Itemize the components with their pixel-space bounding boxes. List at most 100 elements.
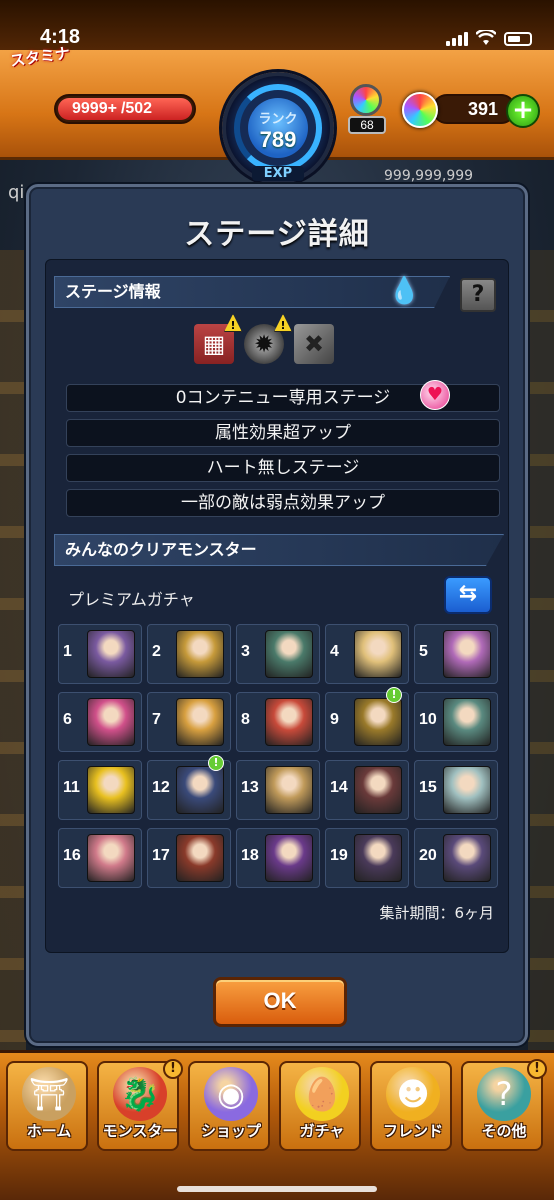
gacha-filter-label: プレミアムガチャ	[68, 590, 195, 609]
nav-label: ショップ	[200, 1122, 261, 1140]
alert-badge-icon: !	[208, 755, 224, 771]
monster-portrait	[176, 630, 224, 678]
clear-monsters-header: みんなのクリアモンスター	[54, 534, 504, 566]
monster-slot[interactable]: 3	[236, 624, 320, 684]
player-name: qi	[8, 182, 25, 203]
monster-slot[interactable]: 16	[58, 828, 142, 888]
monster-slot[interactable]: 18	[236, 828, 320, 888]
dragon-icon: 🐉	[113, 1067, 167, 1121]
notification-badge-icon: !	[163, 1059, 183, 1079]
stamina-bar[interactable]: 9999+ /502	[54, 94, 196, 124]
heart-potion-icon: ♥	[420, 380, 450, 410]
monster-portrait	[87, 630, 135, 678]
rank-badge: ランク 789	[248, 98, 308, 158]
monster-slot[interactable]: 20	[414, 828, 498, 888]
monster-portrait	[265, 698, 313, 746]
nav-item-home[interactable]: ⛩ ホーム	[6, 1061, 88, 1151]
monster-slot[interactable]: 2	[147, 624, 231, 684]
mine-icon: ✹!	[244, 314, 292, 364]
monster-rank: 2	[152, 643, 161, 660]
monster-slot[interactable]: 19	[325, 828, 409, 888]
background-rail-left	[0, 250, 26, 1050]
wifi-icon	[476, 30, 496, 45]
monster-portrait	[265, 834, 313, 882]
monster-portrait	[443, 698, 491, 746]
monster-portrait	[176, 698, 224, 746]
clear-monster-grid: 1 2 3 4 5 6 7 8 9! 10 11 12! 13 14 15 16 17 18 19 20	[58, 624, 498, 888]
nav-item-shop[interactable]: ◉ ショップ	[188, 1061, 270, 1151]
monster-portrait	[87, 766, 135, 814]
monster-slot[interactable]: 10	[414, 692, 498, 752]
friends-icon: ☻	[386, 1067, 440, 1121]
warning-icon: !	[274, 314, 292, 332]
nav-item-friend[interactable]: ☻ フレンド	[370, 1061, 452, 1151]
monster-rank: 10	[419, 711, 437, 728]
monster-portrait	[176, 834, 224, 882]
orb-pot-count: 68	[348, 116, 386, 134]
monster-portrait	[443, 766, 491, 814]
ok-button[interactable]: OK	[213, 977, 347, 1027]
nav-label: ガチャ	[299, 1122, 345, 1140]
monster-rank: 5	[419, 643, 428, 660]
monster-rank: 6	[63, 711, 72, 728]
monster-slot[interactable]: 17	[147, 828, 231, 888]
rule-text: 0コンテニュー専用ステージ	[175, 388, 391, 408]
modal-title: ステージ詳細	[184, 217, 370, 252]
egg-icon: 🥚	[295, 1067, 349, 1121]
monster-slot[interactable]: 15	[414, 760, 498, 820]
monster-portrait	[176, 766, 224, 814]
nav-label: その他	[481, 1122, 527, 1140]
monster-slot[interactable]: 11	[58, 760, 142, 820]
monster-portrait	[354, 834, 402, 882]
stamina-current: 9999+	[72, 100, 117, 117]
monster-portrait	[354, 766, 402, 814]
orb-count: 391	[467, 99, 498, 119]
help-button[interactable]: ?	[460, 278, 496, 312]
monster-rank: 13	[241, 779, 259, 796]
monster-slot[interactable]: 9!	[325, 687, 409, 752]
monster-portrait	[354, 698, 402, 746]
exp-label: EXP	[252, 166, 304, 181]
add-orb-button[interactable]: +	[506, 94, 540, 128]
monster-slot[interactable]: 6	[58, 692, 142, 752]
monster-slot[interactable]: 13	[236, 760, 320, 820]
monster-slot[interactable]: 7	[147, 692, 231, 752]
monster-rank: 15	[419, 779, 437, 796]
damage-wall-icon: ▦!	[194, 314, 242, 364]
rule-element-boost: 属性効果超アップ	[66, 419, 500, 447]
monster-rank: 3	[241, 643, 250, 660]
coin-count: 999,999,999	[384, 168, 474, 184]
modal-content: ステージ情報 💧 ? ▦! ✹! ✖ 0コンテニュー専用ステージ ♥ 属性効果超アッ…	[45, 259, 509, 953]
monster-slot[interactable]: 12!	[147, 755, 231, 820]
rule-weak-point-boost: 一部の敵は弱点効果アップ	[66, 489, 500, 517]
block-icon: ✖	[294, 324, 334, 364]
monster-slot[interactable]: 1	[58, 624, 142, 684]
bottom-navigation: ⛩ ホーム 🐉 モンスター! ◉ ショップ 🥚 ガチャ ☻ フレンド? その他!	[0, 1050, 554, 1200]
monster-rank: 1	[63, 643, 72, 660]
other-icon: ?	[477, 1067, 531, 1121]
nav-item-monster[interactable]: 🐉 モンスター!	[97, 1059, 183, 1151]
monster-slot[interactable]: 14	[325, 760, 409, 820]
monster-slot[interactable]: 4	[325, 624, 409, 684]
swap-filter-button[interactable]: ⇆	[444, 576, 492, 614]
rule-text: 属性効果超アップ	[215, 423, 351, 443]
aggregation-period: 集計期間：6ヶ月	[379, 904, 494, 922]
monster-rank: 19	[330, 847, 348, 864]
monster-portrait	[265, 766, 313, 814]
monster-slot[interactable]: 8	[236, 692, 320, 752]
monster-portrait	[87, 834, 135, 882]
nav-label: モンスター	[102, 1122, 178, 1140]
stage-detail-modal: ステージ詳細 ステージ情報 💧 ? ▦! ✹! ✖ 0コンテニュー専用ステージ ♥ …	[26, 184, 528, 1046]
monster-rank: 9	[330, 711, 339, 728]
battery-icon	[504, 32, 532, 46]
nav-item-gacha[interactable]: 🥚 ガチャ	[279, 1061, 361, 1151]
monster-rank: 11	[63, 779, 80, 796]
rank-label: ランク	[258, 112, 298, 127]
orb-count-bar: 391	[432, 94, 516, 124]
monster-rank: 20	[419, 847, 437, 864]
nav-item-other[interactable]: ? その他!	[461, 1059, 547, 1151]
monster-rank: 18	[241, 847, 259, 864]
monster-slot[interactable]: 5	[414, 624, 498, 684]
monster-rank: 4	[330, 643, 339, 660]
rule-text: 一部の敵は弱点効果アップ	[181, 493, 385, 513]
